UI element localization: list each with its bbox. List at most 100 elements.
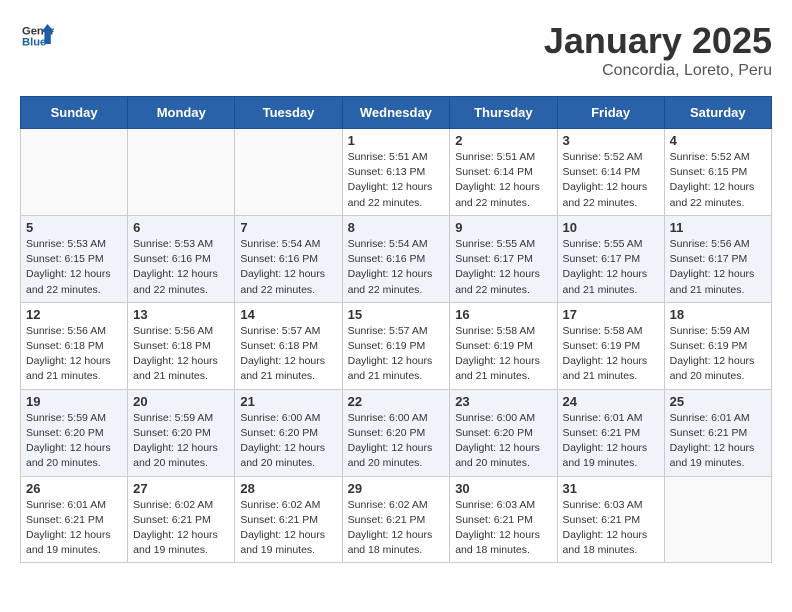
day-number: 29 [348,481,445,496]
calendar-week-5: 26 Sunrise: 6:01 AM Sunset: 6:21 PM Dayli… [21,476,772,563]
day-number: 22 [348,394,445,409]
day-info: Sunrise: 5:58 AM Sunset: 6:19 PM Dayligh… [563,324,659,385]
day-info: Sunrise: 5:57 AM Sunset: 6:18 PM Dayligh… [240,324,336,385]
calendar-cell [664,476,771,563]
day-number: 3 [563,133,659,148]
day-info: Sunrise: 6:02 AM Sunset: 6:21 PM Dayligh… [240,498,336,559]
calendar-cell [21,129,128,216]
day-number: 13 [133,307,229,322]
day-info: Sunrise: 5:53 AM Sunset: 6:15 PM Dayligh… [26,237,122,298]
day-number: 20 [133,394,229,409]
day-info: Sunrise: 5:59 AM Sunset: 6:20 PM Dayligh… [26,411,122,472]
calendar-cell: 8 Sunrise: 5:54 AM Sunset: 6:16 PM Daylig… [342,215,450,302]
calendar-cell: 20Sunrise: 5:59 AM Sunset: 6:20 PM Dayli… [128,389,235,476]
calendar-week-4: 19Sunrise: 5:59 AM Sunset: 6:20 PM Dayli… [21,389,772,476]
calendar-cell: 5 Sunrise: 5:53 AM Sunset: 6:15 PM Daylig… [21,215,128,302]
day-number: 31 [563,481,659,496]
calendar-cell: 18 Sunrise: 5:59 AM Sunset: 6:19 PM Dayli… [664,302,771,389]
day-number: 8 [348,220,445,235]
day-number: 18 [670,307,766,322]
title-section: January 2025 Concordia, Loreto, Peru [544,20,772,80]
calendar-cell: 2 Sunrise: 5:51 AM Sunset: 6:14 PM Daylig… [450,129,557,216]
weekday-header-row: SundayMondayTuesdayWednesdayThursdayFrid… [21,97,772,129]
day-info: Sunrise: 5:53 AM Sunset: 6:16 PM Dayligh… [133,237,229,298]
day-info: Sunrise: 5:55 AM Sunset: 6:17 PM Dayligh… [455,237,551,298]
calendar-cell: 17 Sunrise: 5:58 AM Sunset: 6:19 PM Dayli… [557,302,664,389]
day-number: 26 [26,481,122,496]
day-number: 7 [240,220,336,235]
calendar-cell: 30 Sunrise: 6:03 AM Sunset: 6:21 PM Dayli… [450,476,557,563]
calendar-cell: 3 Sunrise: 5:52 AM Sunset: 6:14 PM Daylig… [557,129,664,216]
day-number: 2 [455,133,551,148]
day-number: 4 [670,133,766,148]
calendar-cell [235,129,342,216]
day-number: 14 [240,307,336,322]
day-info: Sunrise: 6:02 AM Sunset: 6:21 PM Dayligh… [348,498,445,559]
day-info: Sunrise: 5:56 AM Sunset: 6:18 PM Dayligh… [133,324,229,385]
svg-text:Blue: Blue [22,37,46,49]
day-number: 16 [455,307,551,322]
calendar-cell: 15 Sunrise: 5:57 AM Sunset: 6:19 PM Dayli… [342,302,450,389]
day-info: Sunrise: 5:56 AM Sunset: 6:18 PM Dayligh… [26,324,122,385]
calendar-cell: 7 Sunrise: 5:54 AM Sunset: 6:16 PM Daylig… [235,215,342,302]
day-number: 15 [348,307,445,322]
day-number: 17 [563,307,659,322]
calendar-cell: 4Sunrise: 5:52 AM Sunset: 6:15 PM Daylig… [664,129,771,216]
weekday-header-monday: Monday [128,97,235,129]
day-info: Sunrise: 5:51 AM Sunset: 6:14 PM Dayligh… [455,150,551,211]
calendar-cell: 10Sunrise: 5:55 AM Sunset: 6:17 PM Dayli… [557,215,664,302]
day-number: 10 [563,220,659,235]
calendar-cell: 14 Sunrise: 5:57 AM Sunset: 6:18 PM Dayli… [235,302,342,389]
day-number: 12 [26,307,122,322]
month-title: January 2025 [544,20,772,62]
calendar-cell: 12 Sunrise: 5:56 AM Sunset: 6:18 PM Dayli… [21,302,128,389]
day-info: Sunrise: 5:56 AM Sunset: 6:17 PM Dayligh… [670,237,766,298]
day-number: 30 [455,481,551,496]
day-info: Sunrise: 6:03 AM Sunset: 6:21 PM Dayligh… [563,498,659,559]
calendar-cell: 28 Sunrise: 6:02 AM Sunset: 6:21 PM Dayli… [235,476,342,563]
day-info: Sunrise: 5:51 AM Sunset: 6:13 PM Dayligh… [348,150,445,211]
day-info: Sunrise: 5:52 AM Sunset: 6:14 PM Dayligh… [563,150,659,211]
day-info: Sunrise: 6:00 AM Sunset: 6:20 PM Dayligh… [455,411,551,472]
day-number: 5 [26,220,122,235]
calendar-cell: 9 Sunrise: 5:55 AM Sunset: 6:17 PM Daylig… [450,215,557,302]
day-info: Sunrise: 6:01 AM Sunset: 6:21 PM Dayligh… [670,411,766,472]
day-info: Sunrise: 6:00 AM Sunset: 6:20 PM Dayligh… [240,411,336,472]
calendar-cell [128,129,235,216]
day-info: Sunrise: 5:54 AM Sunset: 6:16 PM Dayligh… [348,237,445,298]
calendar-cell: 16 Sunrise: 5:58 AM Sunset: 6:19 PM Dayli… [450,302,557,389]
logo-icon: General Blue [22,20,54,52]
weekday-header-thursday: Thursday [450,97,557,129]
calendar-cell: 31 Sunrise: 6:03 AM Sunset: 6:21 PM Dayli… [557,476,664,563]
calendar-cell: 11Sunrise: 5:56 AM Sunset: 6:17 PM Dayli… [664,215,771,302]
day-number: 24 [563,394,659,409]
day-info: Sunrise: 5:57 AM Sunset: 6:19 PM Dayligh… [348,324,445,385]
calendar-cell: 23Sunrise: 6:00 AM Sunset: 6:20 PM Dayli… [450,389,557,476]
weekday-header-friday: Friday [557,97,664,129]
location-title: Concordia, Loreto, Peru [544,62,772,80]
day-number: 9 [455,220,551,235]
day-info: Sunrise: 6:02 AM Sunset: 6:21 PM Dayligh… [133,498,229,559]
calendar-cell: 21Sunrise: 6:00 AM Sunset: 6:20 PM Dayli… [235,389,342,476]
calendar-cell: 1 Sunrise: 5:51 AM Sunset: 6:13 PM Daylig… [342,129,450,216]
day-info: Sunrise: 6:03 AM Sunset: 6:21 PM Dayligh… [455,498,551,559]
calendar-cell: 25Sunrise: 6:01 AM Sunset: 6:21 PM Dayli… [664,389,771,476]
weekday-header-saturday: Saturday [664,97,771,129]
day-number: 28 [240,481,336,496]
weekday-header-wednesday: Wednesday [342,97,450,129]
day-info: Sunrise: 6:01 AM Sunset: 6:21 PM Dayligh… [26,498,122,559]
weekday-header-tuesday: Tuesday [235,97,342,129]
day-number: 27 [133,481,229,496]
calendar-table: SundayMondayTuesdayWednesdayThursdayFrid… [20,96,772,563]
calendar-cell: 29 Sunrise: 6:02 AM Sunset: 6:21 PM Dayli… [342,476,450,563]
day-info: Sunrise: 5:59 AM Sunset: 6:19 PM Dayligh… [670,324,766,385]
page-header: General Blue January 2025 Concordia, Lor… [20,20,772,80]
day-info: Sunrise: 6:00 AM Sunset: 6:20 PM Dayligh… [348,411,445,472]
day-info: Sunrise: 5:58 AM Sunset: 6:19 PM Dayligh… [455,324,551,385]
calendar-week-1: 1 Sunrise: 5:51 AM Sunset: 6:13 PM Daylig… [21,129,772,216]
day-number: 1 [348,133,445,148]
day-info: Sunrise: 6:01 AM Sunset: 6:21 PM Dayligh… [563,411,659,472]
day-info: Sunrise: 5:54 AM Sunset: 6:16 PM Dayligh… [240,237,336,298]
calendar-cell: 24 Sunrise: 6:01 AM Sunset: 6:21 PM Dayli… [557,389,664,476]
calendar-cell: 13 Sunrise: 5:56 AM Sunset: 6:18 PM Dayli… [128,302,235,389]
